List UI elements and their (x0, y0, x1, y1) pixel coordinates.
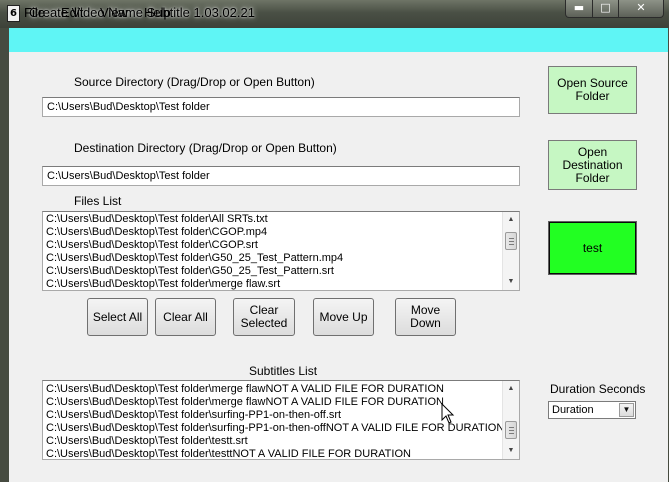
subtitles-list-scrollbar[interactable]: ▲ ▼ (502, 381, 519, 459)
test-button[interactable]: test (548, 221, 637, 275)
list-item[interactable]: C:\Users\Bud\Desktop\Test folder\CGOP.sr… (43, 239, 519, 252)
menu-bar (9, 28, 668, 52)
files-list-label: Files List (74, 194, 122, 208)
move-down-button[interactable]: Move Down (395, 298, 456, 336)
select-all-label: Select All (92, 309, 143, 324)
files-list-scrollbar[interactable]: ▲ ▼ (502, 212, 519, 290)
move-up-button[interactable]: Move Up (313, 298, 374, 336)
files-list[interactable]: C:\Users\Bud\Desktop\Test folder\All SRT… (42, 211, 520, 291)
app-icon[interactable]: 6 (7, 5, 20, 22)
menu-help[interactable]: Help (144, 5, 171, 20)
menu-file[interactable]: File (24, 5, 45, 20)
list-item[interactable]: C:\Users\Bud\Desktop\Test folder\testt.s… (43, 435, 519, 448)
scrollbar-thumb[interactable] (505, 421, 517, 439)
close-button[interactable]: ✕ (618, 0, 664, 18)
maximize-button[interactable]: □ (592, 0, 619, 18)
open-destination-folder-label: Open Destination Folder (562, 144, 623, 185)
destination-directory-label: Destination Directory (Drag/Drop or Open… (74, 141, 337, 155)
source-directory-label: Source Directory (Drag/Drop or Open Butt… (74, 75, 315, 89)
open-destination-folder-button[interactable]: Open Destination Folder (548, 140, 637, 190)
move-down-label: Move Down (410, 303, 441, 330)
scroll-down-icon[interactable]: ▼ (503, 274, 519, 290)
list-item[interactable]: C:\Users\Bud\Desktop\Test folder\G50_25_… (43, 265, 519, 278)
minimize-button[interactable]: ▬ (565, 0, 593, 18)
mouse-cursor-icon (441, 403, 455, 424)
duration-seconds-label: Duration Seconds (550, 382, 646, 396)
list-item[interactable]: C:\Users\Bud\Desktop\Test folder\CGOP.mp… (43, 226, 519, 239)
scroll-down-icon[interactable]: ▼ (503, 443, 519, 459)
clear-selected-label: Clear Selected (240, 303, 288, 330)
list-item[interactable]: C:\Users\Bud\Desktop\Test folder\merge f… (43, 278, 519, 290)
menu-edit[interactable]: Edit (61, 5, 83, 20)
destination-directory-input[interactable]: C:\Users\Bud\Desktop\Test folder (42, 166, 520, 186)
list-item[interactable]: C:\Users\Bud\Desktop\Test folder\testtNO… (43, 448, 519, 459)
list-item[interactable]: C:\Users\Bud\Desktop\Test folder\G50_25_… (43, 252, 519, 265)
clear-all-label: Clear All (163, 309, 208, 324)
chevron-down-icon[interactable]: ▼ (619, 403, 634, 417)
scroll-up-icon[interactable]: ▲ (503, 381, 519, 397)
scrollbar-thumb[interactable] (505, 232, 517, 250)
list-item[interactable]: C:\Users\Bud\Desktop\Test folder\All SRT… (43, 213, 519, 226)
scroll-up-icon[interactable]: ▲ (503, 212, 519, 228)
open-source-folder-label: Open Source Folder (557, 76, 628, 103)
source-directory-input[interactable]: C:\Users\Bud\Desktop\Test folder (42, 97, 520, 117)
select-all-button[interactable]: Select All (87, 298, 148, 336)
open-source-folder-button[interactable]: Open Source Folder (548, 66, 637, 114)
move-up-label: Move Up (319, 309, 368, 324)
clear-all-button[interactable]: Clear All (155, 298, 216, 336)
test-button-label: test (582, 241, 603, 255)
duration-dropdown[interactable]: Duration ▼ (548, 401, 636, 419)
list-item[interactable]: C:\Users\Bud\Desktop\Test folder\merge f… (43, 383, 519, 396)
menu-view[interactable]: View (100, 5, 128, 20)
duration-selected-value: Duration (552, 404, 594, 416)
clear-selected-button[interactable]: Clear Selected (233, 298, 295, 336)
subtitles-list-label: Subtitles List (249, 364, 318, 378)
